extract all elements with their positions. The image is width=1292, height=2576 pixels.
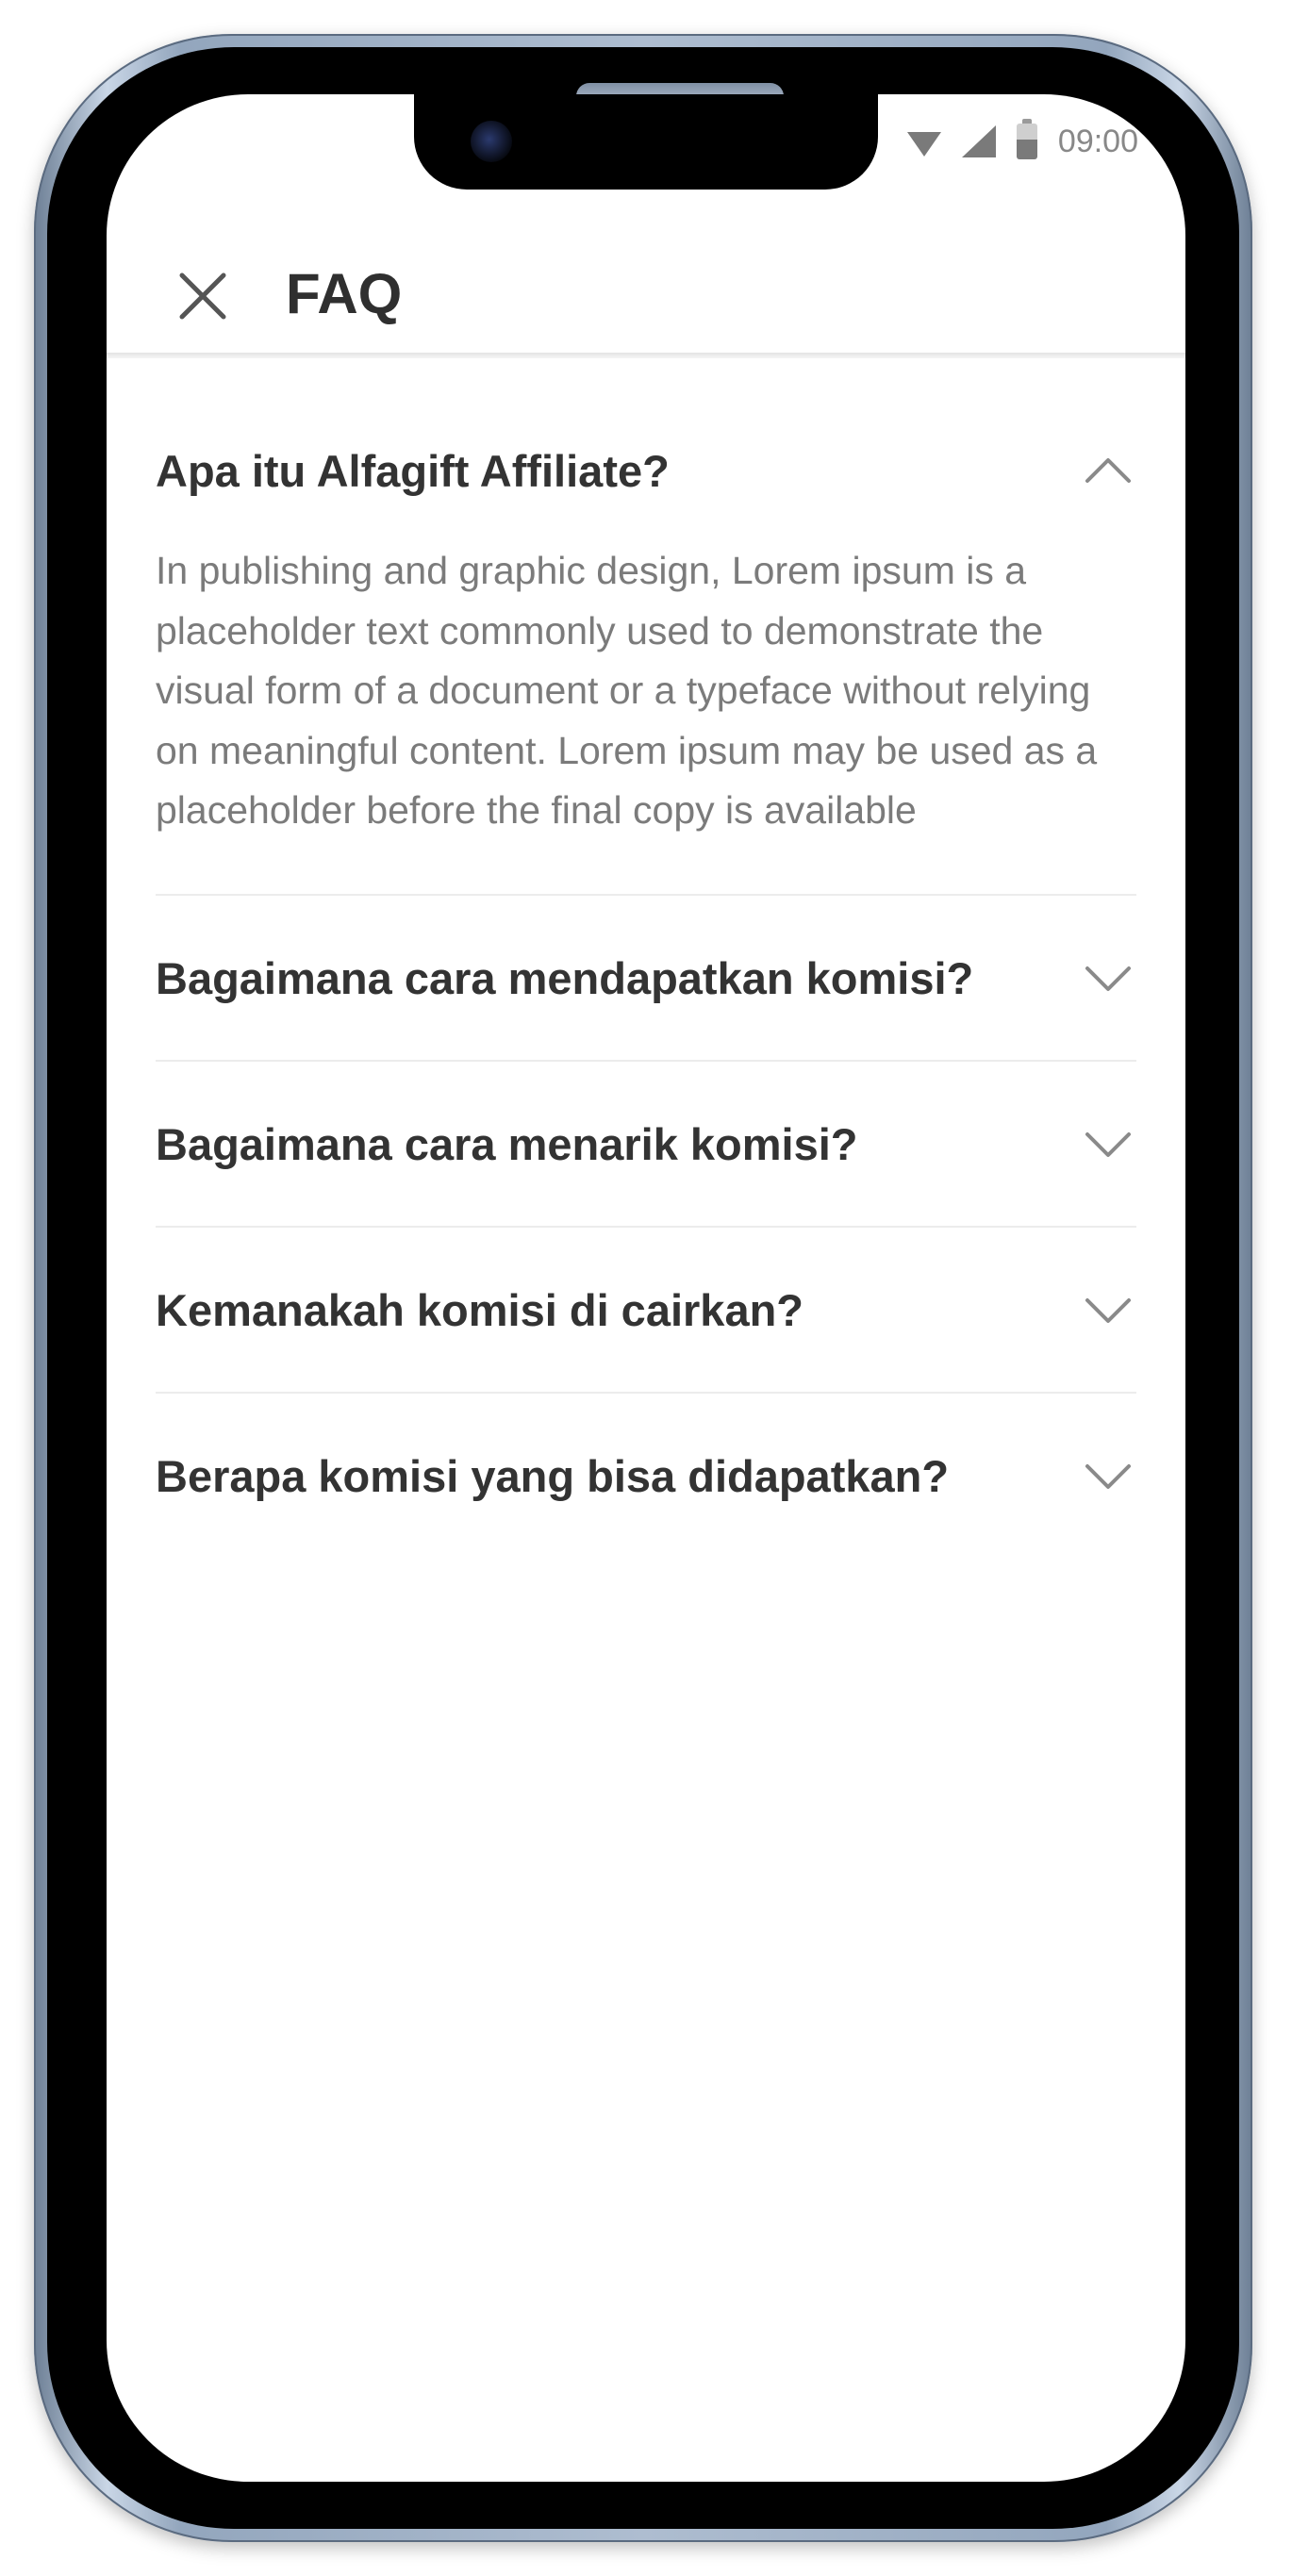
faq-answer: In publishing and graphic design, Lorem … <box>156 549 1098 832</box>
battery-icon <box>1016 119 1037 159</box>
faq-question: Bagaimana cara mendapatkan komisi? <box>156 953 974 1003</box>
faq-item: Berapa komisi yang bisa didapatkan? <box>156 1394 1136 1558</box>
close-icon <box>179 272 226 320</box>
faq-question: Kemanakah komisi di cairkan? <box>156 1285 804 1335</box>
notch <box>414 94 878 190</box>
app-bar: FAQ <box>107 236 1185 356</box>
page-title: FAQ <box>286 262 403 325</box>
faq-item: Kemanakah komisi di cairkan? <box>156 1228 1136 1394</box>
faq-item: Bagaimana cara menarik komisi? <box>156 1062 1136 1228</box>
chevron-down-icon[interactable] <box>1082 1283 1135 1336</box>
faq-question: Apa itu Alfagift Affiliate? <box>156 446 670 496</box>
close-button[interactable] <box>173 266 233 326</box>
faq-question-toggle[interactable]: Berapa komisi yang bisa didapatkan? <box>156 1394 1136 1558</box>
chevron-down-icon[interactable] <box>1082 1449 1135 1502</box>
faq-list: Apa itu Alfagift Affiliate? In publishin… <box>156 443 1136 1558</box>
chevron-down-icon[interactable] <box>1082 1117 1135 1170</box>
chevron-down-icon[interactable] <box>1082 951 1135 1004</box>
screen: 09:00 FAQ Apa itu Alfagift Affiliate? In… <box>107 94 1185 2482</box>
faq-question-toggle[interactable]: Apa itu Alfagift Affiliate? <box>156 443 1136 500</box>
faq-question-toggle[interactable]: Bagaimana cara menarik komisi? <box>156 1062 1136 1226</box>
status-time: 09:00 <box>1057 123 1138 159</box>
faq-question: Bagaimana cara menarik komisi? <box>156 1119 858 1169</box>
chevron-up-icon[interactable] <box>1082 445 1135 498</box>
faq-item: Apa itu Alfagift Affiliate? In publishin… <box>156 443 1136 896</box>
app-bar-divider <box>107 353 1185 358</box>
signal-icon <box>961 125 996 157</box>
faq-question: Berapa komisi yang bisa didapatkan? <box>156 1451 950 1501</box>
status-bar: 09:00 <box>906 111 1138 172</box>
faq-question-toggle[interactable]: Bagaimana cara mendapatkan komisi? <box>156 896 1136 1060</box>
faq-question-toggle[interactable]: Kemanakah komisi di cairkan? <box>156 1228 1136 1392</box>
faq-item: Bagaimana cara mendapatkan komisi? <box>156 896 1136 1062</box>
front-camera <box>471 121 512 162</box>
wifi-icon <box>906 132 941 157</box>
